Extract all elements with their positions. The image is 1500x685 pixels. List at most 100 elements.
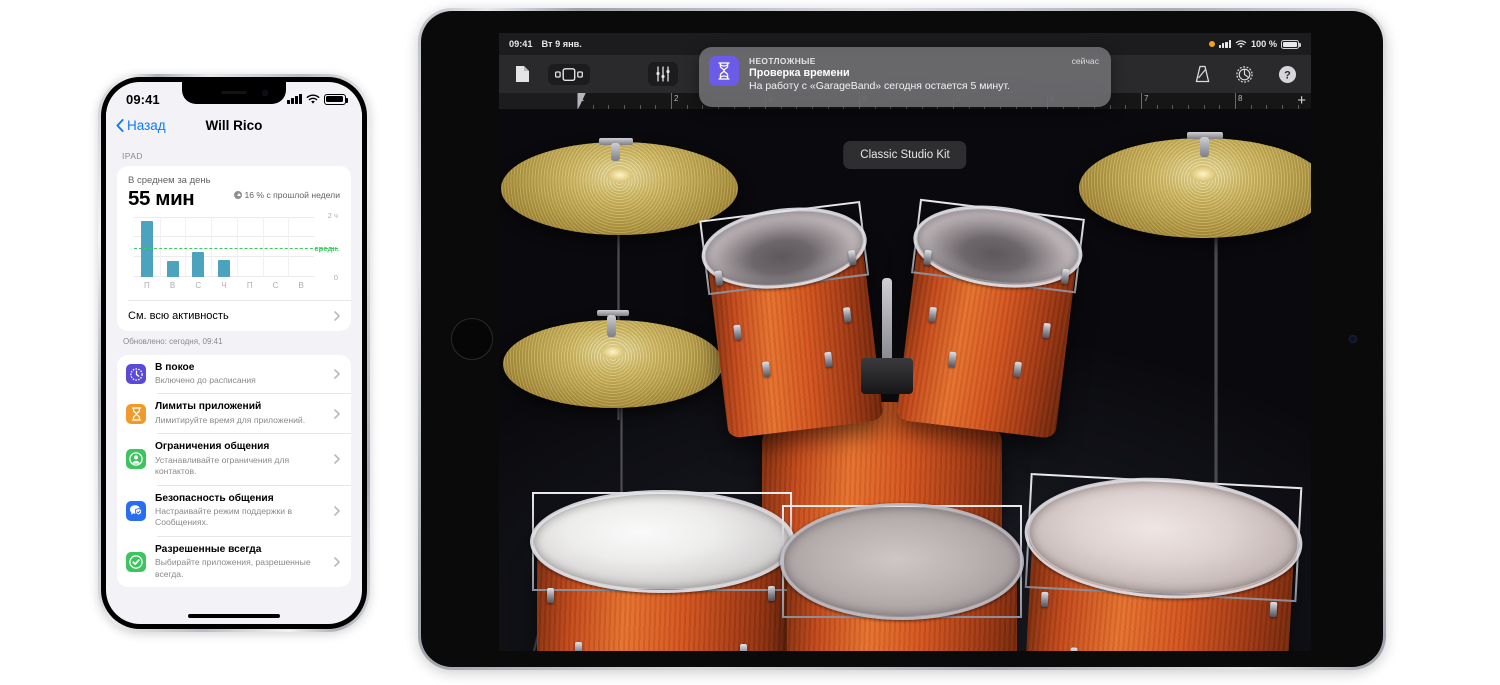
list-item-subtitle: Настраивайте режим поддержки в Сообщения… xyxy=(155,506,293,528)
status-left: 09:41 Вт 9 янв. xyxy=(509,39,582,49)
notification-body: На работу с «GarageBand» сегодня остаетс… xyxy=(749,80,1010,92)
help-icon[interactable]: ? xyxy=(1278,65,1297,84)
wifi-icon xyxy=(1235,39,1247,49)
chevron-right-icon xyxy=(334,409,340,419)
chart-x-label: П xyxy=(246,280,253,290)
list-item[interactable]: Безопасность общения Настраивайте режим п… xyxy=(117,486,351,536)
average-line-label: средн. xyxy=(314,243,339,253)
ruler-bar-line xyxy=(577,93,578,109)
bass-drum-head[interactable] xyxy=(780,502,1024,651)
snare-drum[interactable] xyxy=(529,489,795,651)
ride-cymbal-right[interactable] xyxy=(1079,138,1311,238)
chart-x-label: Ч xyxy=(221,280,227,290)
list-item-title: Ограничения общения xyxy=(155,441,270,453)
list-item-text: Ограничения общения Устанавливайте ограни… xyxy=(155,441,325,477)
see-all-activity-button[interactable]: См. всю активность xyxy=(117,301,351,331)
chart-x-label: С xyxy=(272,280,279,290)
ruler-bar-number: 1 xyxy=(580,94,585,103)
ruler-bar-number: 7 xyxy=(1144,94,1149,103)
list-item-text: Безопасность общения Настраивайте режим п… xyxy=(155,493,325,529)
add-track-button[interactable]: + xyxy=(1297,93,1306,108)
list-item-subtitle: Лимитируйте время для приложений. xyxy=(155,415,306,426)
chart-x-label: С xyxy=(195,280,202,290)
notification-time: сейчас xyxy=(1071,56,1099,66)
ipad-device: 09:41 Вт 9 янв. 100 % ? 1 2 7 8 + Classi… xyxy=(418,8,1386,670)
usage-chart: средн. 2 ч 0 xyxy=(128,211,340,282)
list-item[interactable]: Разрешенные всегда Выбирайте приложения, … xyxy=(117,537,351,587)
list-item-title: В покое xyxy=(155,361,195,373)
ruler-tick xyxy=(592,105,594,109)
iphone-notch xyxy=(182,82,286,104)
chevron-right-icon xyxy=(334,556,340,567)
kit-name-label[interactable]: Classic Studio Kit xyxy=(843,141,967,169)
document-icon[interactable] xyxy=(515,65,530,83)
list-item-subtitle: Включено до расписания xyxy=(155,375,256,386)
average-row: 55 мин 16 % с прошлой недели xyxy=(128,187,340,211)
drum-kit-canvas[interactable]: Classic Studio Kit xyxy=(499,110,1311,651)
average-value: 55 мин xyxy=(128,187,195,210)
home-button[interactable] xyxy=(451,318,493,360)
chart-bar-column xyxy=(211,217,237,277)
battery-icon xyxy=(324,93,348,105)
list-item[interactable]: Лимиты приложений Лимитируйте время для п… xyxy=(117,394,351,433)
ruler-track-header xyxy=(499,93,577,109)
battery-icon xyxy=(1281,39,1301,49)
status-time: 09:41 xyxy=(126,91,160,107)
chart-bar-column xyxy=(288,217,314,277)
checkmark-circle-icon xyxy=(126,551,146,572)
loop-browser-icon[interactable] xyxy=(548,63,590,85)
weekly-delta-text: 16 % с прошлой недели xyxy=(244,190,340,200)
ipad-screen: 09:41 Вт 9 янв. 100 % ? 1 2 7 8 + Classi… xyxy=(499,33,1311,651)
message-shield-icon xyxy=(126,500,146,521)
battery-percent-label: 100 % xyxy=(1250,39,1277,49)
ruler-tick xyxy=(686,105,688,109)
front-camera-icon xyxy=(262,90,268,96)
tom-left[interactable] xyxy=(697,198,884,439)
list-item-subtitle: Выбирайте приложения, разрешенные всегда… xyxy=(155,557,311,579)
ruler-tick xyxy=(1172,105,1174,109)
ruler-tick xyxy=(1219,105,1221,109)
see-all-activity-label: См. всю активность xyxy=(128,309,229,322)
ruler-tick xyxy=(639,105,641,109)
ruler-bar-number: 2 xyxy=(674,94,679,103)
cellular-signal-icon xyxy=(1218,40,1231,48)
ruler-bar-line xyxy=(671,93,672,109)
svg-text:?: ? xyxy=(1284,69,1291,81)
ruler-bar-line xyxy=(1141,93,1142,109)
ruler-tick xyxy=(702,105,704,109)
cymbal-nut xyxy=(611,143,620,161)
ruler-tick xyxy=(624,105,625,109)
list-item[interactable]: В покое Включено до расписания xyxy=(117,355,351,394)
status-date: Вт 9 янв. xyxy=(541,39,582,49)
list-item[interactable]: Ограничения общения Устанавливайте ограни… xyxy=(117,434,351,484)
chart-bar-column xyxy=(160,217,186,277)
downtime-icon xyxy=(126,364,146,385)
gear-icon[interactable] xyxy=(1235,65,1254,84)
metronome-icon[interactable] xyxy=(1194,65,1211,83)
chart-x-label: В xyxy=(169,280,176,290)
home-indicator xyxy=(188,614,280,618)
chart-bar xyxy=(166,260,179,277)
tom-right[interactable] xyxy=(896,196,1087,439)
page-title: Will Rico xyxy=(205,118,263,133)
average-line xyxy=(134,247,338,249)
list-item-title: Лимиты приложений xyxy=(155,401,262,413)
screen-time-notification[interactable]: НЕОТЛОЖНЫЕ сейчас Проверка времени На ра… xyxy=(699,47,1111,107)
weekly-delta: 16 % с прошлой недели xyxy=(234,187,340,201)
ruler-tick xyxy=(655,105,657,109)
ruler-tick xyxy=(1125,105,1127,109)
iphone-bezel: 09:41 Назад Will Rico IPAD В среднем за … xyxy=(101,77,367,629)
chevron-right-icon xyxy=(334,369,340,379)
status-time: 09:41 xyxy=(509,39,533,49)
usage-chart-plot: средн. 2 ч 0 xyxy=(134,211,339,282)
chart-bar-column xyxy=(134,217,160,277)
summary-body: В среднем за день 55 мин 16 % с прошлой … xyxy=(117,166,351,300)
ruler-tick xyxy=(1250,105,1252,109)
floor-tom-right[interactable] xyxy=(1021,470,1306,651)
screen-time-settings-list: В покое Включено до расписания Лимиты прил… xyxy=(117,354,351,587)
ruler-tick xyxy=(1188,105,1189,109)
mixer-icon[interactable] xyxy=(648,62,678,86)
ruler-tick xyxy=(1203,105,1205,109)
microphone-indicator-icon xyxy=(1208,41,1215,47)
list-item-text: Разрешенные всегда Выбирайте приложения, … xyxy=(155,544,325,580)
